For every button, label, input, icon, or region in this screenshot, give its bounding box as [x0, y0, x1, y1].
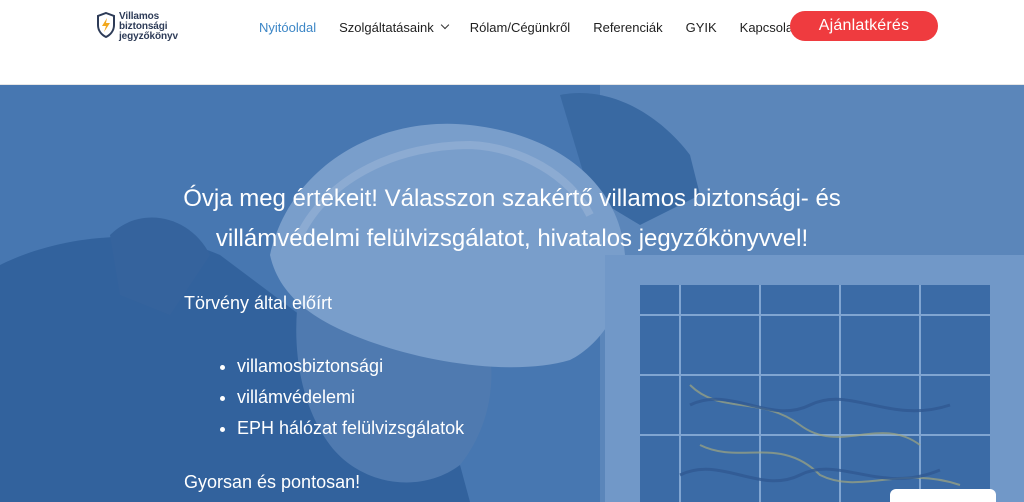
logo-text: Villamos biztonsági jegyzőkönyv — [119, 12, 178, 42]
list-item: EPH hálózat felülvizsgálatok — [237, 413, 464, 444]
list-item: villámvédelemi — [237, 382, 464, 413]
hero-section: Óvja meg értékeit! Válasszon szakértő vi… — [0, 85, 1024, 502]
service-list: villamosbiztonsági villámvédelemi EPH há… — [217, 351, 464, 444]
hero-overlay — [0, 85, 1024, 502]
nav-item-home[interactable]: Nyitóoldal — [259, 20, 316, 35]
chevron-down-icon — [440, 20, 450, 30]
nav-item-services-label: Szolgáltatásaink — [339, 19, 434, 35]
nav-item-faq[interactable]: GYIK — [686, 20, 717, 35]
site-logo[interactable]: Villamos biztonsági jegyzőkönyv — [97, 12, 178, 42]
hero-intro: Törvény által előírt — [184, 293, 333, 313]
main-nav: Nyitóoldal Szolgáltatásaink Rólam/Cégünk… — [259, 18, 797, 36]
hero-closing: Gyorsan és pontosan! — [184, 472, 361, 492]
hero-headline-line-1: Óvja meg értékeit! Válasszon szakértő vi… — [183, 185, 841, 212]
hero-headline: Óvja meg értékeit! Válasszon szakértő vi… — [0, 179, 1024, 259]
logo-line-3: jegyzőkönyv — [119, 31, 178, 42]
nav-item-services[interactable]: Szolgáltatásaink — [339, 19, 450, 35]
shield-bolt-icon — [97, 12, 115, 38]
nav-item-contact[interactable]: Kapcsolat — [740, 20, 797, 35]
site-header: Villamos biztonsági jegyzőkönyv Nyitóold… — [0, 0, 1024, 85]
quote-request-button[interactable]: Ajánlatkérés — [790, 11, 938, 41]
nav-item-references[interactable]: Referenciák — [593, 20, 662, 35]
nav-item-about[interactable]: Rólam/Cégünkről — [470, 20, 570, 35]
floating-widget-edge[interactable] — [890, 489, 996, 502]
list-item: villamosbiztonsági — [237, 351, 464, 382]
hero-headline-line-2: villámvédelmi felülvizsgálatot, hivatalo… — [215, 225, 809, 252]
